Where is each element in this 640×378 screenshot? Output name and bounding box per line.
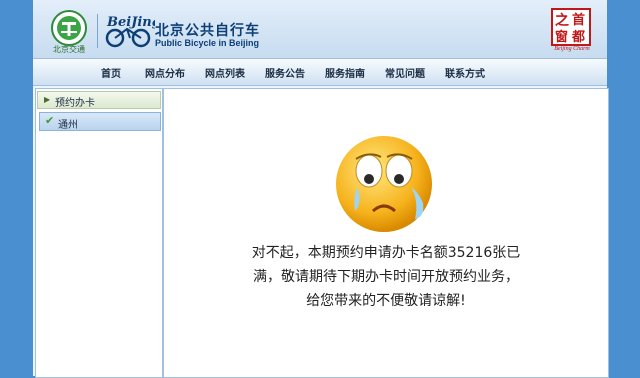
- main-content: 对不起，本期预约申请办卡名额35216张已 满，敬请期待下期办卡时间开放预约业务…: [163, 88, 609, 378]
- crying-face-icon: [336, 136, 432, 232]
- sidebar-item-tongzhou[interactable]: ✔ 通州: [39, 112, 161, 131]
- beijing-transport-label: 北京交通: [53, 45, 85, 54]
- check-icon: ✔: [45, 114, 55, 127]
- site-header: 北京交通 BeiJing 北京公共自行车 Public Bicycle in B…: [33, 0, 607, 58]
- sidebar: ▶ 预约办卡 ✔ 通州: [35, 88, 163, 378]
- sidebar-section-label: 预约办卡: [55, 98, 95, 109]
- sidebar-item-label: 通州: [58, 120, 78, 131]
- nav-item-faq[interactable]: 常见问题: [385, 65, 425, 80]
- brand-subtitle: Public Bicycle in Beijing: [155, 38, 260, 48]
- header-divider: [97, 14, 98, 48]
- message-line: 对不起，本期预约申请办卡名额35216张已: [251, 245, 521, 261]
- nav-item-station-map[interactable]: 网点分布: [145, 65, 185, 80]
- shoudu-char-1: 之: [555, 12, 569, 29]
- page-wrapper: 北京交通 BeiJing 北京公共自行车 Public Bicycle in B…: [33, 0, 609, 378]
- nav-item-contact[interactable]: 联系方式: [445, 65, 485, 80]
- shoudu-logo-caption: Beijing Charm: [554, 46, 590, 52]
- triangle-right-icon: ▶: [44, 95, 51, 104]
- reservation-closed-message: 对不起，本期预约申请办卡名额35216张已 满，敬请期待下期办卡时间开放预约业务…: [236, 241, 536, 313]
- nav-item-announcements[interactable]: 服务公告: [265, 65, 305, 80]
- sidebar-section-card-reservation[interactable]: ▶ 预约办卡: [37, 91, 161, 109]
- shoudu-char-3: 窗: [555, 29, 568, 45]
- svg-text:BeiJing: BeiJing: [106, 15, 155, 30]
- shoudu-zhichuang-logo-icon[interactable]: 之 首 窗 都: [551, 8, 591, 46]
- nav-item-home[interactable]: 首页: [101, 65, 121, 80]
- main-nav: 首页 网点分布 网点列表 服务公告 服务指南 常见问题 联系方式: [33, 58, 607, 86]
- message-line: 满，敬请期待下期办卡时间开放预约业务，: [253, 269, 519, 285]
- nav-item-station-list[interactable]: 网点列表: [205, 65, 245, 80]
- beijing-bicycle-logo-icon[interactable]: BeiJing: [103, 10, 155, 50]
- nav-item-service-guide[interactable]: 服务指南: [325, 65, 365, 80]
- brand-title: 北京公共自行车: [155, 23, 260, 39]
- shoudu-char-4: 都: [571, 29, 585, 45]
- shoudu-char-2: 首: [572, 12, 585, 28]
- message-line: 给您带来的不便敬请谅解!: [306, 293, 466, 309]
